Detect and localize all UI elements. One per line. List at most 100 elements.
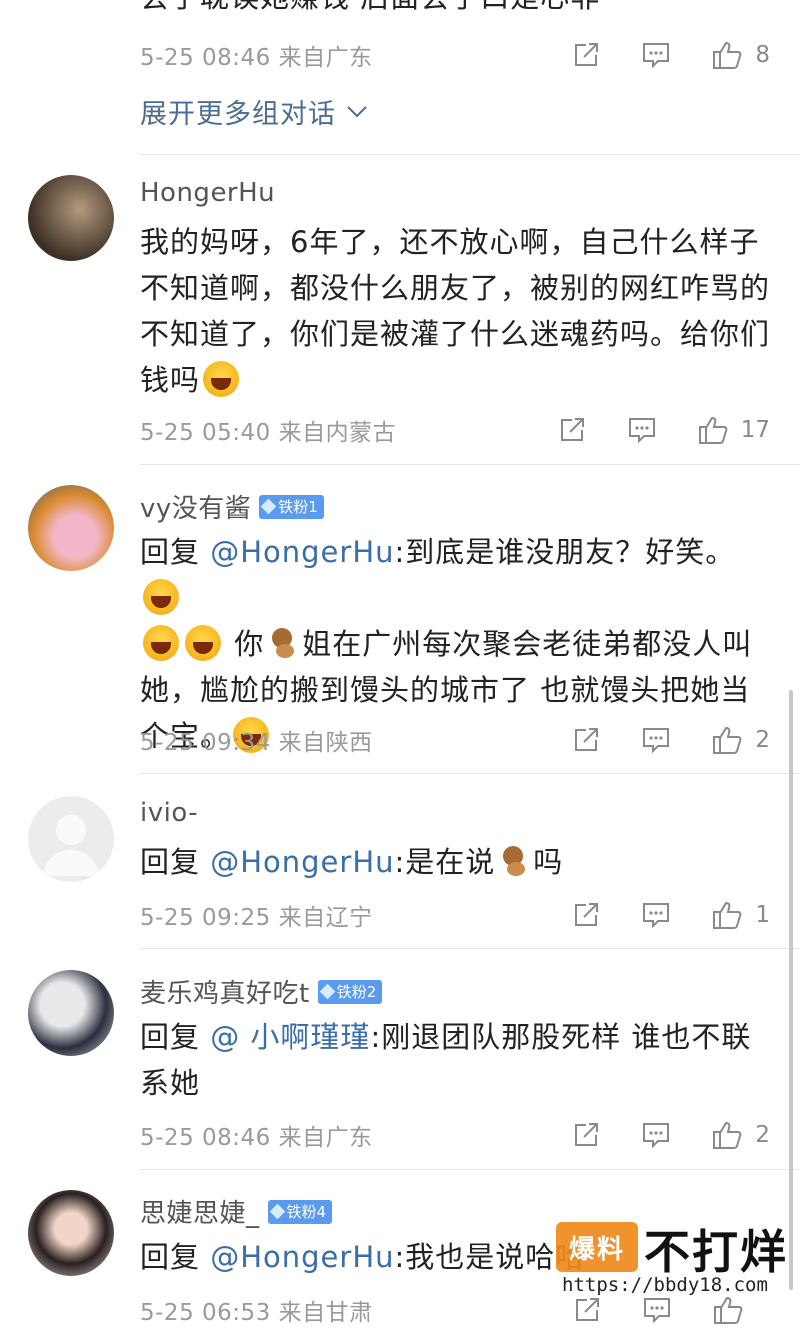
share-icon: [575, 728, 599, 751]
like-count: 1: [755, 902, 770, 928]
comment-actions: 1: [571, 895, 770, 935]
share-icon: [575, 903, 599, 926]
like-count: 2: [755, 1122, 770, 1148]
username-row: vy没有酱 铁粉1: [140, 488, 324, 525]
comment-meta: 5-25 09:34 来自陕西: [140, 730, 373, 756]
comment-icon: [628, 418, 655, 444]
comment-body: :到底是谁没朋友？好笑。: [394, 535, 736, 569]
comment-meta-row: 5-25 09:34 来自陕西 2: [140, 720, 780, 760]
partial-comment-text: 会了耽误她赚钱 后面会了口是心非: [140, 0, 600, 16]
comment-text: 回复 @HongerHu:是在说 吗: [140, 839, 770, 885]
watermark-badge: 爆料: [556, 1222, 638, 1272]
share-button[interactable]: [571, 726, 601, 754]
badge-label: 铁粉2: [336, 983, 377, 1001]
avatar[interactable]: [28, 175, 114, 261]
fan-badge: 铁粉1: [259, 494, 324, 519]
comment-text: 回复 @ 小啊瑾瑾:刚退团队那股死样 谁也不联系她: [140, 1014, 770, 1106]
expand-conversation-link[interactable]: 展开更多组对话: [140, 92, 368, 131]
laugh-cry-emoji-icon: [203, 361, 240, 397]
mention-link[interactable]: @HongerHu: [210, 535, 394, 569]
username-row: ivio-: [140, 798, 198, 828]
like-icon: [698, 416, 728, 444]
comment-actions: 17: [557, 410, 770, 450]
reply-prefix: 回复: [140, 1020, 211, 1054]
like-icon: [713, 41, 742, 69]
username-row: 思婕思婕_ 铁粉4: [140, 1193, 333, 1230]
mention-link[interactable]: @ 小啊瑾瑾: [210, 1020, 370, 1054]
comment-actions: 2: [571, 1115, 770, 1155]
mention-link[interactable]: @HongerHu: [210, 845, 394, 879]
avatar[interactable]: [28, 1190, 114, 1276]
like-count: 2: [755, 727, 770, 753]
reply-prefix: 回复: [140, 535, 211, 569]
username-row: HongerHu: [140, 178, 275, 208]
share-icon: [575, 43, 599, 66]
scrollbar[interactable]: [789, 690, 793, 1290]
diamond-icon: [319, 983, 335, 1000]
avatar[interactable]: [28, 485, 114, 571]
laugh-emoji-icon: [185, 625, 221, 661]
reply-prefix: 回复: [140, 1240, 211, 1274]
diamond-icon: [261, 498, 277, 515]
comment-meta: 5-25 06:53 来自甘肃: [140, 1300, 373, 1326]
comment-body: 你: [234, 627, 265, 661]
monkey-emoji-icon: [267, 626, 299, 660]
comment-meta: 5-25 05:40 来自内蒙古: [140, 420, 397, 446]
chevron-down-icon: [347, 105, 367, 117]
comment-meta-row: 5-25 08:46 来自广东 2: [140, 1115, 780, 1155]
comment-body: :是在说: [394, 845, 496, 879]
comment-button[interactable]: [641, 41, 671, 69]
comment-meta-row: 5-25 09:25 来自辽宁 1: [140, 895, 780, 935]
comment-text: 我的妈呀，6年了，还不放心啊，自己什么样子不知道啊，都没什么朋友了，被别的网红咋…: [140, 219, 770, 403]
mention-link[interactable]: @HongerHu: [210, 1240, 394, 1274]
reply-prefix: 回复: [140, 845, 211, 879]
comment-icon: [643, 1123, 670, 1149]
comment-button[interactable]: [641, 726, 671, 754]
username[interactable]: 麦乐鸡真好吃t: [140, 973, 310, 1010]
fan-badge: 铁粉4: [267, 1199, 333, 1224]
like-count: 17: [740, 417, 770, 443]
watermark-url: https://bbdy18.com: [562, 1274, 768, 1296]
divider: [140, 1169, 800, 1170]
like-button[interactable]: 2: [711, 725, 770, 755]
fan-badge: 铁粉2: [317, 979, 383, 1004]
like-icon: [713, 726, 742, 754]
username[interactable]: HongerHu: [140, 178, 275, 208]
like-button[interactable]: 17: [697, 415, 770, 445]
username-row: 麦乐鸡真好吃t 铁粉2: [140, 973, 383, 1010]
share-button[interactable]: [571, 1121, 601, 1149]
default-avatar-icon: [42, 815, 100, 876]
avatar[interactable]: [28, 796, 114, 882]
comment-meta: 5-25 08:46 来自广东: [140, 1125, 373, 1151]
divider: [140, 948, 800, 949]
laugh-emoji-icon: [143, 579, 179, 615]
share-icon: [560, 418, 584, 441]
comment-meta: 5-25 09:25 来自辽宁: [140, 905, 373, 931]
comment-actions: 2: [571, 720, 770, 760]
share-button[interactable]: [557, 416, 587, 444]
comment-icon: [643, 728, 670, 754]
comment-button[interactable]: [641, 1121, 671, 1149]
like-button[interactable]: 2: [711, 1120, 770, 1150]
like-icon: [713, 901, 742, 929]
watermark: 爆料 不打烊 https://bbdy18.com: [556, 1218, 796, 1328]
comment-meta-row: 5-25 05:40 来自内蒙古 17: [140, 410, 780, 450]
share-button[interactable]: [571, 41, 601, 69]
username[interactable]: vy没有酱: [140, 488, 251, 525]
like-button[interactable]: 8: [711, 40, 770, 70]
share-icon: [575, 1123, 599, 1146]
comment-icon: [643, 903, 670, 929]
diamond-icon: [269, 1203, 285, 1220]
monkey-emoji-icon: [498, 844, 530, 878]
comment-button[interactable]: [627, 416, 657, 444]
username[interactable]: ivio-: [140, 798, 198, 828]
avatar[interactable]: [28, 970, 114, 1056]
share-button[interactable]: [571, 901, 601, 929]
divider: [140, 154, 800, 155]
like-button[interactable]: 1: [711, 900, 770, 930]
badge-label: 铁粉1: [278, 498, 318, 516]
divider: [140, 464, 800, 465]
username[interactable]: 思婕思婕_: [140, 1193, 260, 1230]
expand-label: 展开更多组对话: [140, 99, 336, 130]
comment-button[interactable]: [641, 901, 671, 929]
